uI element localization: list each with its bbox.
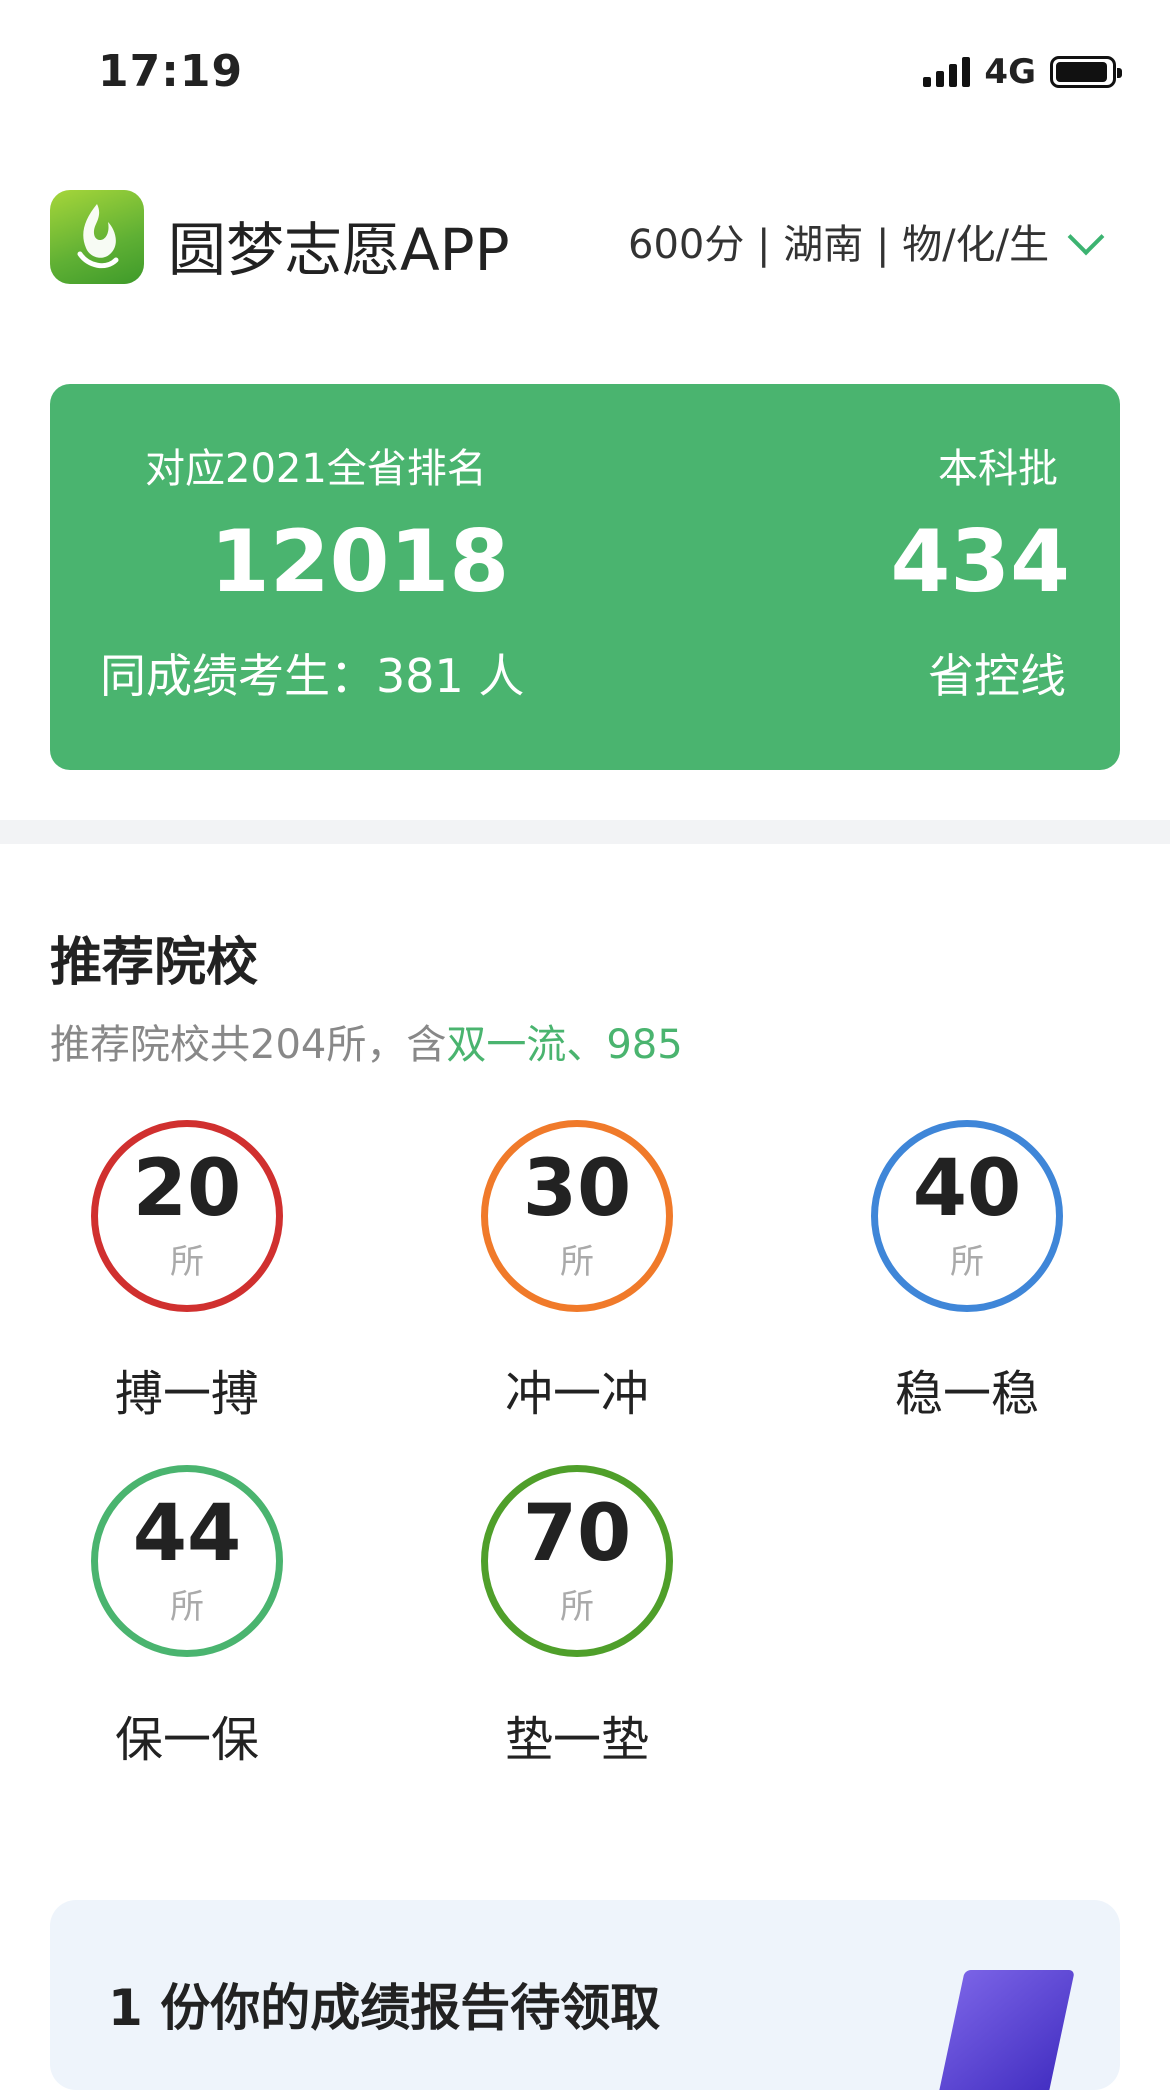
tier-ring: 30 所 (481, 1120, 673, 1312)
tier-item-reach[interactable]: 20 所 (91, 1120, 283, 1312)
tier-count: 20 (132, 1143, 242, 1234)
status-indicators: 4G (923, 52, 1122, 92)
tier-item-steady[interactable]: 40 所 (871, 1120, 1063, 1312)
score-province-selector[interactable]: 600分 | 湖南 | 物/化/生 (628, 212, 1105, 270)
rank-value: 12018 (210, 512, 510, 612)
signal-icon (923, 57, 971, 87)
selector-label: 600分 | 湖南 | 物/化/生 (628, 222, 1050, 268)
tier-label: 垫一垫 (504, 1712, 649, 1768)
tier-unit: 所 (170, 1586, 204, 1627)
tier-label: 保一保 (114, 1712, 259, 1768)
tier-item-safe[interactable]: 44 所 (91, 1465, 283, 1657)
tier-label: 冲一冲 (504, 1366, 649, 1422)
tier-unit: 所 (560, 1241, 594, 1282)
network-type: 4G (984, 52, 1036, 92)
batch-line-value: 434 (890, 512, 1070, 612)
subtitle-text: 推荐院校共204所，含 (50, 1022, 447, 1068)
tier-unit: 所 (950, 1241, 984, 1282)
chevron-down-icon (1067, 218, 1105, 256)
battery-icon (1050, 56, 1122, 88)
app-logo (50, 190, 144, 284)
tier-count: 70 (522, 1488, 632, 1579)
flame-logo-icon (77, 204, 119, 269)
section-subtitle: 推荐院校共204所，含双一流、985 (50, 1012, 683, 1070)
tier-unit: 所 (560, 1586, 594, 1627)
same-score-count: 同成绩考生：381 人 (100, 649, 525, 703)
report-illustration-icon (935, 1970, 1075, 2090)
tier-ring: 70 所 (481, 1465, 673, 1657)
batch-label: 本科批 (938, 446, 1058, 492)
section-title: 推荐院校 (50, 933, 259, 993)
tier-ring: 40 所 (871, 1120, 1063, 1312)
tier-count: 40 (912, 1143, 1022, 1234)
report-banner[interactable]: 1 份你的成绩报告待领取 (50, 1900, 1120, 2090)
report-banner-text: 1 份你的成绩报告待领取 (108, 1979, 661, 2037)
status-time: 17:19 (98, 46, 244, 97)
subtitle-highlight: 双一流、985 (446, 1022, 683, 1068)
tier-item-rush[interactable]: 30 所 (481, 1120, 673, 1312)
ranking-card[interactable]: 对应2021全省排名 12018 同成绩考生：381 人 本科批 434 省控线 (50, 384, 1120, 770)
tier-unit: 所 (170, 1241, 204, 1282)
tier-ring: 20 所 (91, 1120, 283, 1312)
app-name: 圆梦志愿APP (168, 216, 510, 284)
tier-label: 稳一稳 (894, 1366, 1039, 1422)
tier-ring: 44 所 (91, 1465, 283, 1657)
tier-count: 44 (132, 1488, 242, 1579)
tier-count: 30 (522, 1143, 632, 1234)
rank-label: 对应2021全省排名 (145, 446, 487, 492)
tier-item-backup[interactable]: 70 所 (481, 1465, 673, 1657)
section-divider (0, 820, 1170, 844)
control-line-label: 省控线 (928, 649, 1066, 703)
tier-label: 搏一搏 (114, 1366, 259, 1422)
